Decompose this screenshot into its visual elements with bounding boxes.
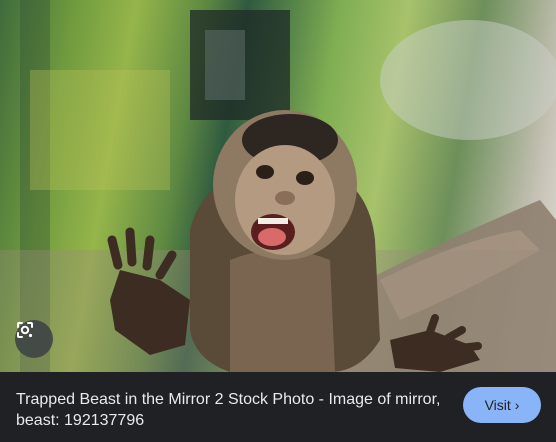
image-preview-panel: Trapped Beast in the Mirror 2 Stock Phot… [0, 0, 556, 442]
preview-image[interactable] [0, 0, 556, 372]
google-lens-button[interactable] [15, 320, 53, 358]
visit-button[interactable]: Visit › [463, 387, 541, 423]
visit-button-label: Visit [484, 397, 511, 413]
monkey-photo-illustration [0, 0, 556, 372]
chevron-right-icon: › [514, 397, 520, 413]
image-title[interactable]: Trapped Beast in the Mirror 2 Stock Phot… [16, 389, 446, 431]
google-lens-icon [17, 322, 33, 338]
